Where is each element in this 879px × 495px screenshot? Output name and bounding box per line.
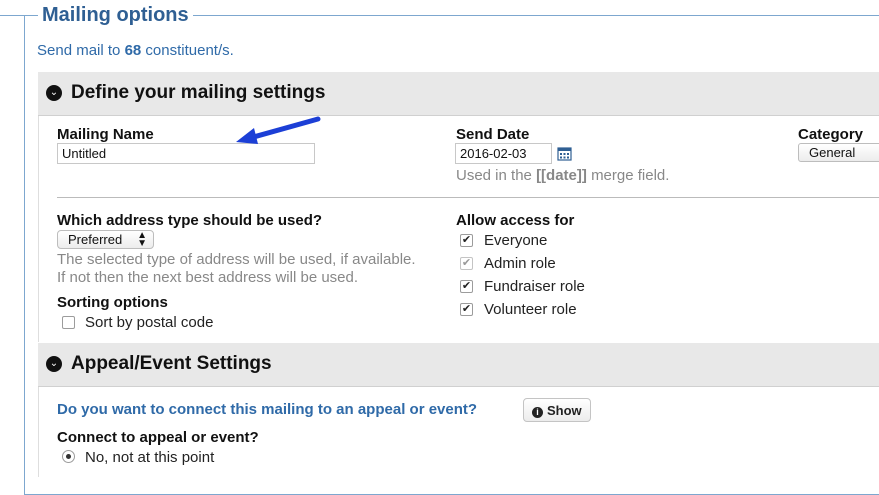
- divider: [57, 197, 879, 198]
- mailing-name-label: Mailing Name: [57, 126, 154, 143]
- arrow-annotation: [236, 116, 321, 144]
- address-hint-line2: If not then the next best address will b…: [57, 269, 359, 286]
- chevron-down-icon: ⌄: [46, 356, 62, 372]
- access-volunteer-checkbox[interactable]: ✔: [460, 303, 473, 316]
- send-mail-summary: Send mail to 68 constituent/s.: [37, 42, 234, 59]
- allow-access-label: Allow access for: [456, 212, 575, 229]
- connect-label: Connect to appeal or event?: [57, 429, 259, 446]
- send-date-label: Send Date: [456, 126, 530, 143]
- access-admin-checkbox: ✔: [460, 257, 473, 270]
- section-title: Define your mailing settings: [71, 82, 326, 103]
- hint-prefix: Used in the: [456, 167, 532, 184]
- access-fundraiser-checkbox[interactable]: ✔: [460, 280, 473, 293]
- info-icon: i: [532, 407, 543, 418]
- address-type-select[interactable]: Preferred ▲ ▼: [57, 230, 154, 249]
- send-mail-suffix: constituent/s.: [145, 42, 234, 59]
- show-button-label: Show: [547, 403, 582, 418]
- radio-selected-dot: [66, 454, 71, 459]
- access-everyone-checkbox[interactable]: ✔: [460, 234, 473, 247]
- hint-merge-field: [[date]]: [536, 167, 587, 184]
- sort-postal-label: Sort by postal code: [85, 314, 214, 331]
- section-appeal-event-header[interactable]: ⌄ Appeal/Event Settings: [38, 343, 879, 387]
- access-option-label: Admin role: [484, 255, 556, 272]
- hint-suffix: merge field.: [591, 167, 670, 184]
- mailing-name-input[interactable]: [57, 143, 315, 164]
- access-option-label: Fundraiser role: [484, 278, 585, 295]
- select-arrows-icon: ▲ ▼: [137, 230, 147, 249]
- address-hint-line1: The selected type of address will be use…: [57, 251, 416, 268]
- address-type-label: Which address type should be used?: [57, 212, 323, 229]
- send-date-hint: Used in the [[date]] merge field.: [456, 166, 669, 185]
- access-option-label: Volunteer role: [484, 301, 577, 318]
- fieldset-legend: Mailing options: [38, 4, 193, 27]
- calendar-icon[interactable]: [557, 146, 572, 161]
- radio-no-connect-label: No, not at this point: [85, 449, 215, 466]
- sorting-options-label: Sorting options: [57, 294, 168, 311]
- category-select[interactable]: General: [798, 143, 879, 162]
- constituent-count: 68: [124, 42, 142, 59]
- sort-postal-checkbox[interactable]: [62, 316, 75, 329]
- category-selected-value: General: [809, 145, 856, 160]
- show-button[interactable]: i Show: [523, 398, 591, 422]
- send-mail-prefix: Send mail to: [37, 42, 121, 59]
- section-title: Appeal/Event Settings: [71, 353, 272, 374]
- category-label: Category: [798, 126, 864, 143]
- send-date-input[interactable]: [455, 143, 552, 164]
- chevron-down-icon: ⌄: [46, 85, 62, 101]
- access-option-label: Everyone: [484, 232, 548, 249]
- radio-no-connect[interactable]: [62, 450, 75, 463]
- fieldset-border-left: [0, 15, 24, 16]
- address-type-selected-value: Preferred: [68, 232, 123, 247]
- section-mailing-settings-header[interactable]: ⌄ Define your mailing settings: [38, 72, 879, 116]
- appeal-question: Do you want to connect this mailing to a…: [57, 401, 478, 418]
